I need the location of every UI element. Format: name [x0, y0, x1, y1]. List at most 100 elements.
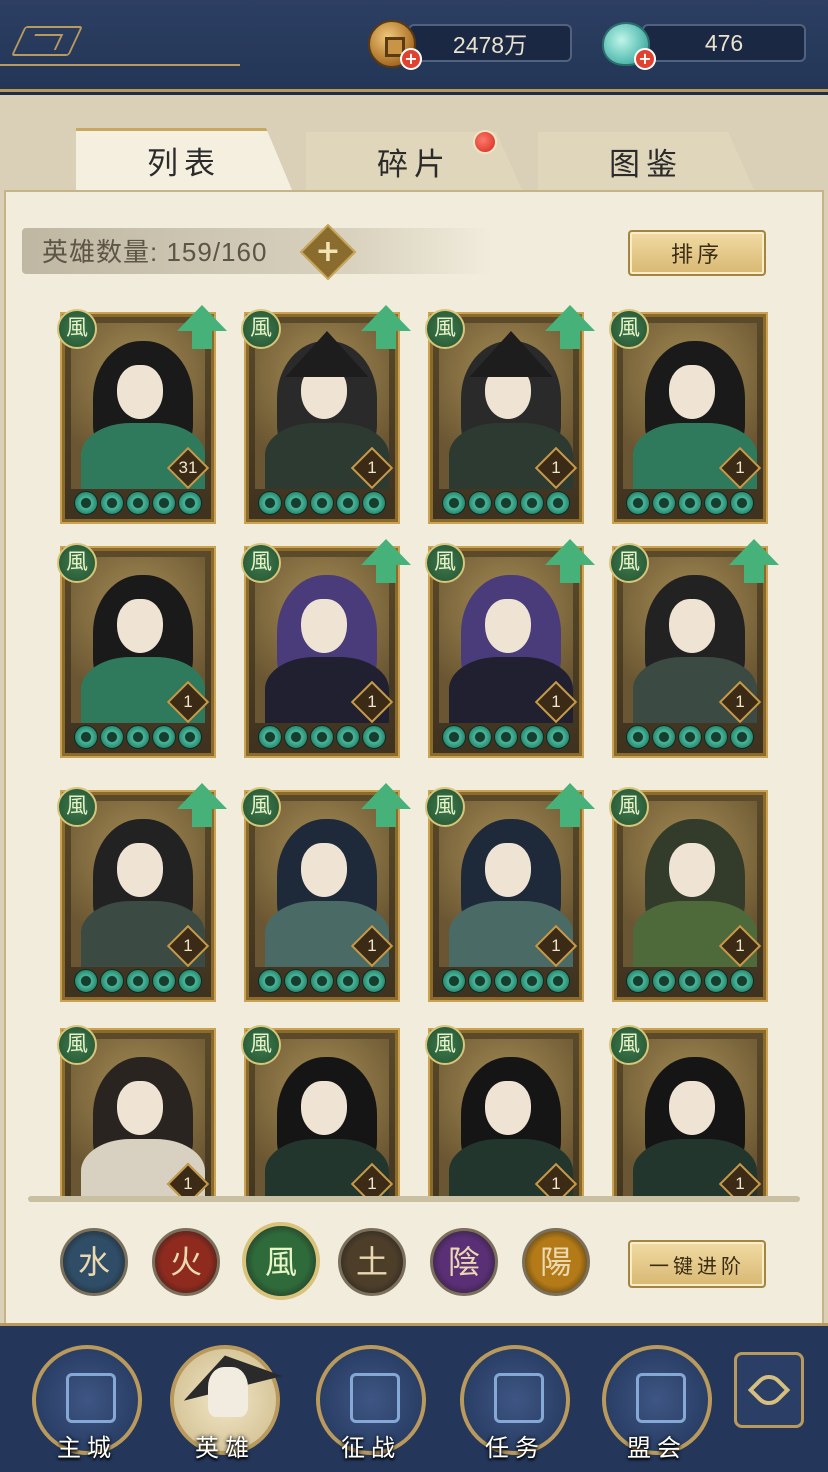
star-rating	[73, 969, 203, 995]
level-number: 1	[367, 458, 377, 477]
star-rating	[625, 491, 755, 517]
wind-element-icon: 風	[57, 787, 97, 827]
hero-card[interactable]: 風1	[609, 787, 766, 1000]
star-icon	[152, 969, 176, 993]
star-icon	[678, 725, 702, 749]
star-icon	[704, 725, 728, 749]
hero-card[interactable]: 風1	[609, 543, 766, 756]
gem-counter[interactable]: 476 +	[602, 20, 806, 70]
hero-card[interactable]: 風1	[57, 787, 214, 1000]
hero-card[interactable]: 風1	[241, 787, 398, 1000]
upgrade-arrow-icon	[361, 305, 411, 349]
upgrade-arrow-icon	[545, 783, 595, 827]
level-badge: 1	[350, 924, 394, 968]
menu-icon	[11, 26, 83, 56]
upgrade-arrow-icon	[177, 305, 227, 349]
one-click-upgrade-button[interactable]: 一键进阶	[628, 1240, 766, 1288]
star-icon	[126, 725, 150, 749]
hero-card[interactable]: 風1	[609, 309, 766, 522]
wind-element-icon: 風	[425, 787, 465, 827]
star-icon	[520, 491, 544, 515]
nav-label: 英雄	[195, 1434, 255, 1462]
hero-card[interactable]: 風1	[425, 543, 582, 756]
level-number: 31	[178, 458, 198, 477]
upgrade-arrow-icon	[729, 539, 779, 583]
hero-card[interactable]: 風1	[241, 309, 398, 522]
tab-list[interactable]: 列表	[76, 128, 292, 190]
star-icon	[678, 491, 702, 515]
star-icon	[362, 969, 386, 993]
divider	[0, 64, 240, 66]
face	[117, 599, 163, 653]
element-filter-button[interactable]: 陽	[522, 1228, 590, 1296]
face	[485, 1081, 531, 1135]
hero-card[interactable]: 風1	[425, 309, 582, 522]
hero-avatar-icon	[208, 1367, 248, 1417]
star-icon	[520, 969, 544, 993]
star-icon	[74, 491, 98, 515]
hero-card[interactable]: 風1	[241, 1025, 398, 1200]
element-filter-button[interactable]: 火	[152, 1228, 220, 1296]
star-rating	[625, 969, 755, 995]
hero-card[interactable]: 風1	[425, 787, 582, 1000]
more-menu-button[interactable]	[734, 1352, 804, 1428]
hero-card[interactable]: 風 31	[57, 309, 214, 522]
star-rating	[625, 725, 755, 751]
star-icon	[704, 491, 728, 515]
hero-card[interactable]: 風1	[57, 1025, 214, 1200]
wind-element-icon: 風	[609, 787, 649, 827]
face	[301, 843, 347, 897]
star-icon	[468, 969, 492, 993]
plus-icon: +	[315, 234, 341, 269]
add-gems-icon[interactable]: +	[634, 48, 656, 70]
face	[669, 1081, 715, 1135]
face	[485, 599, 531, 653]
level-badge: 1	[350, 446, 394, 490]
tab-codex[interactable]: 图鉴	[538, 132, 754, 190]
hero-card[interactable]: 風1	[609, 1025, 766, 1200]
star-icon	[442, 725, 466, 749]
star-icon	[284, 969, 308, 993]
wind-element-icon: 風	[609, 309, 649, 349]
star-icon	[730, 725, 754, 749]
gem-amount: 476	[642, 24, 806, 62]
hero-card[interactable]: 風1	[57, 543, 214, 756]
star-icon	[152, 491, 176, 515]
upgrade-arrow-icon	[361, 539, 411, 583]
level-number: 1	[735, 692, 745, 711]
level-number: 1	[183, 936, 193, 955]
add-coins-icon[interactable]: +	[400, 48, 422, 70]
level-number: 1	[367, 936, 377, 955]
element-filter-button[interactable]: 陰	[430, 1228, 498, 1296]
element-filter-button[interactable]: 水	[60, 1228, 128, 1296]
star-icon	[546, 491, 570, 515]
wind-element-icon: 風	[57, 1025, 97, 1065]
star-icon	[310, 969, 334, 993]
nav-label: 任务	[485, 1434, 545, 1462]
element-filter-button[interactable]: 土	[338, 1228, 406, 1296]
level-number: 1	[367, 692, 377, 711]
level-number: 1	[551, 936, 561, 955]
coin-counter[interactable]: 2478万 +	[368, 20, 572, 70]
sort-button[interactable]: 排序	[628, 230, 766, 276]
face	[117, 365, 163, 419]
wind-element-icon: 風	[425, 309, 465, 349]
upgrade-arrow-icon	[545, 539, 595, 583]
hero-card[interactable]: 風1	[241, 543, 398, 756]
star-icon	[704, 969, 728, 993]
element-filter-button[interactable]: 風	[242, 1222, 320, 1300]
tab-label: 列表	[147, 146, 221, 182]
tab-label: 图鉴	[609, 146, 683, 183]
menu-button[interactable]	[0, 22, 240, 66]
star-icon	[310, 491, 334, 515]
wind-element-icon: 風	[241, 1025, 281, 1065]
flower-icon	[747, 1368, 791, 1412]
star-icon	[730, 491, 754, 515]
face	[117, 1081, 163, 1135]
face	[485, 843, 531, 897]
star-icon	[336, 491, 360, 515]
face	[301, 599, 347, 653]
hero-card[interactable]: 風1	[425, 1025, 582, 1200]
upgrade-arrow-icon	[361, 783, 411, 827]
star-icon	[100, 725, 124, 749]
